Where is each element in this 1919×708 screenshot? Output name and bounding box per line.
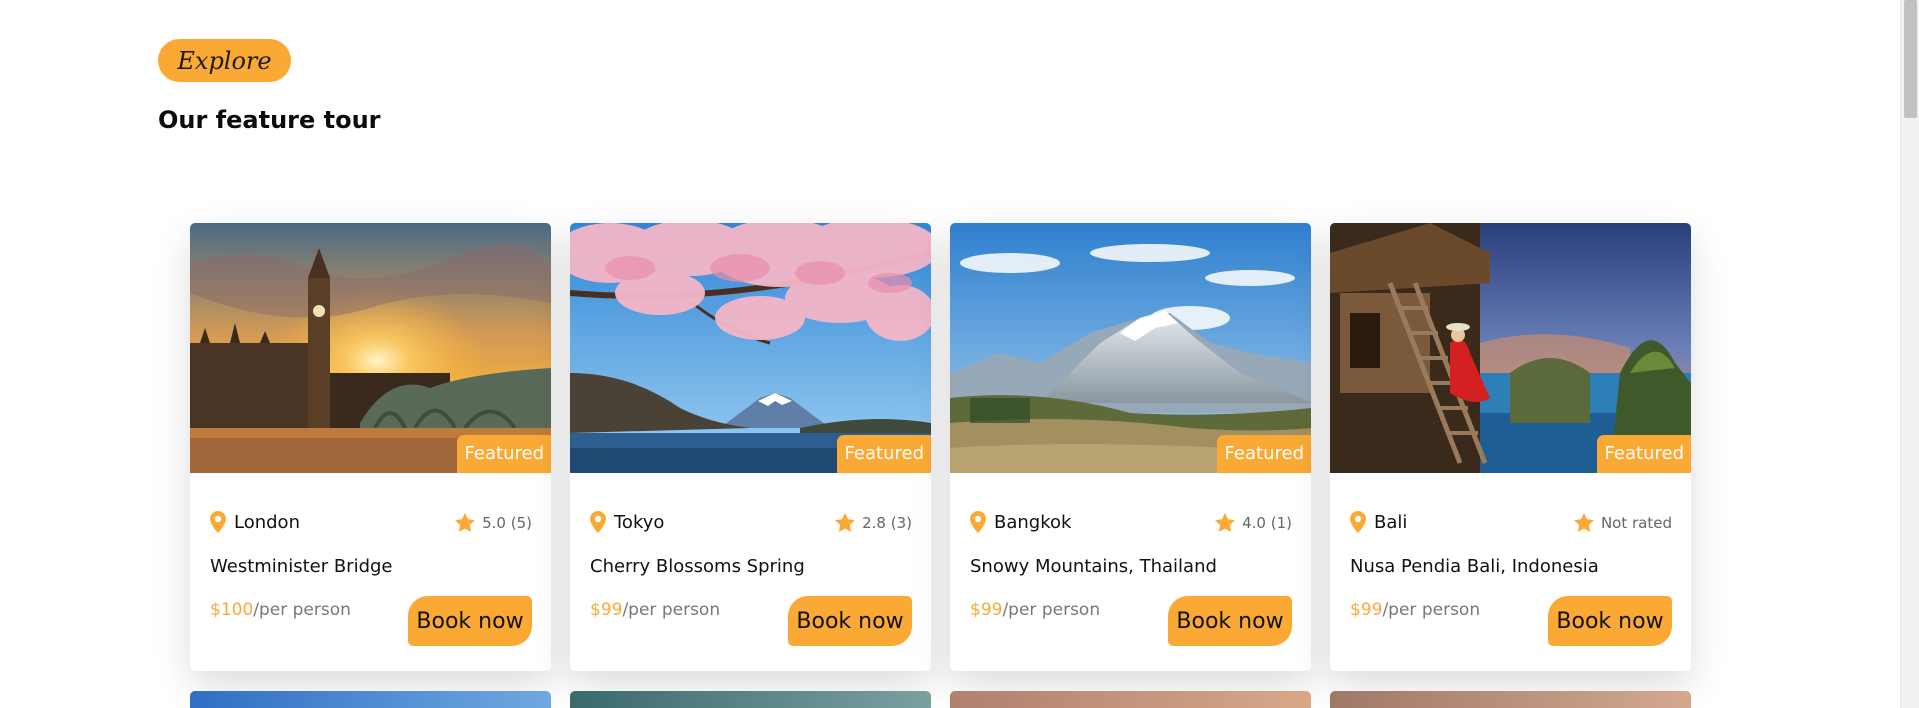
tour-city: Bali	[1374, 511, 1408, 533]
featured-tag: Featured	[1216, 435, 1311, 473]
featured-tag: Featured	[456, 435, 551, 473]
tour-price: $99	[970, 600, 1003, 620]
star-icon	[455, 513, 476, 532]
tour-rating: 5.0 (5)	[455, 513, 532, 532]
tour-rating: 4.0 (1)	[1215, 513, 1292, 532]
explore-badge: Explore	[158, 39, 291, 82]
rating-text: 4.0 (1)	[1242, 513, 1292, 532]
tour-rating: Not rated	[1574, 513, 1672, 532]
book-now-button[interactable]: Book now	[788, 596, 912, 646]
price-row: $99/per person	[590, 600, 720, 620]
rating-text: Not rated	[1600, 513, 1672, 532]
map-pin-icon	[590, 511, 606, 533]
tour-card-tokyo[interactable]: Featured Tokyo 2.8 (3) Cherry Blossoms S…	[570, 223, 931, 671]
price-row: $99/per person	[970, 600, 1100, 620]
tour-city: Tokyo	[614, 511, 665, 533]
map-pin-icon	[210, 511, 226, 533]
price-unit: /per person	[253, 600, 351, 620]
tour-title[interactable]: Nusa Pendia Bali, Indonesia	[1350, 556, 1599, 577]
section-title: Our feature tour	[158, 106, 381, 134]
rating-text: 2.8 (3)	[862, 513, 912, 532]
tour-image-tokyo[interactable]: Featured	[570, 223, 931, 473]
tour-card-peek[interactable]	[1330, 691, 1691, 708]
book-now-button[interactable]: Book now	[1168, 596, 1292, 646]
scrollbar-thumb[interactable]	[1904, 0, 1917, 118]
tour-title[interactable]: Cherry Blossoms Spring	[590, 556, 805, 577]
star-icon	[835, 513, 856, 532]
tour-image-london[interactable]: Featured	[190, 223, 551, 473]
price-unit: /per person	[622, 600, 721, 620]
tour-city: London	[234, 511, 300, 533]
tour-image-bangkok[interactable]: Featured	[950, 223, 1311, 473]
map-pin-icon	[1350, 511, 1366, 533]
featured-tag: Featured	[1596, 435, 1691, 473]
tour-card-peek[interactable]	[950, 691, 1311, 708]
rating-text: 5.0 (5)	[482, 513, 532, 532]
tour-price: $99	[1350, 600, 1383, 620]
star-icon	[1215, 513, 1236, 532]
book-now-button[interactable]: Book now	[408, 596, 532, 646]
price-row: $99/per person	[1350, 600, 1480, 620]
tour-card-london[interactable]: Featured London 5.0 (5) Westminister Bri…	[190, 223, 551, 671]
tour-card-bangkok[interactable]: Featured Bangkok 4.0 (1) Snowy Mountains…	[950, 223, 1311, 671]
page-scrollbar[interactable]	[1900, 0, 1919, 708]
map-pin-icon	[970, 511, 986, 533]
price-row: $100/per person	[210, 600, 351, 620]
tour-title[interactable]: Westminister Bridge	[210, 556, 393, 577]
star-icon	[1574, 513, 1594, 532]
tour-card-peek[interactable]	[570, 691, 931, 708]
book-now-button[interactable]: Book now	[1548, 596, 1672, 646]
tour-title[interactable]: Snowy Mountains, Thailand	[970, 556, 1217, 577]
price-unit: /per person	[1382, 600, 1481, 620]
tour-card-bali[interactable]: Featured Bali Not rated Nusa Pendia Bali…	[1330, 223, 1691, 671]
tour-card-peek[interactable]	[190, 691, 551, 708]
price-unit: /per person	[1002, 600, 1101, 620]
tour-rating: 2.8 (3)	[835, 513, 912, 532]
tour-price: $100	[210, 600, 254, 620]
tour-image-bali[interactable]: Featured	[1330, 223, 1691, 473]
featured-tag: Featured	[836, 435, 931, 473]
tour-city: Bangkok	[994, 511, 1072, 533]
tour-price: $99	[590, 600, 623, 620]
